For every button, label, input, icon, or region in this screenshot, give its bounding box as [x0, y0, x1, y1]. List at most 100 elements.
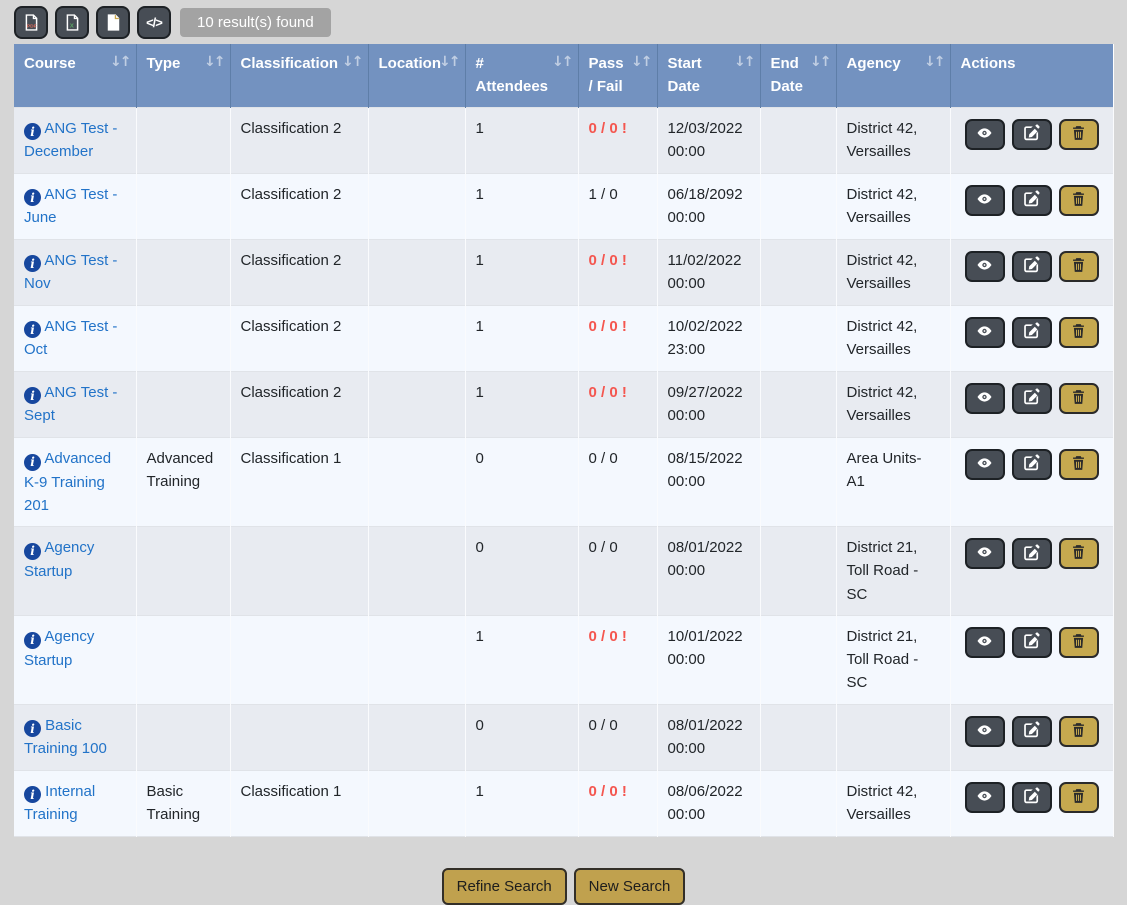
edit-button[interactable]: [1012, 317, 1052, 348]
delete-button[interactable]: [1059, 538, 1099, 569]
view-button[interactable]: [965, 317, 1005, 348]
export-toolbar: PDFx</> 10 result(s) found: [14, 6, 1113, 39]
column-header-course[interactable]: Course↓↑: [14, 44, 136, 107]
delete-button[interactable]: [1059, 119, 1099, 150]
sort-icon: ↓↑: [439, 52, 458, 74]
cell-type: [136, 239, 230, 305]
cell-actions: [950, 239, 1113, 305]
column-header-actions: Actions: [950, 44, 1113, 107]
edit-button[interactable]: [1012, 119, 1052, 150]
edit-button[interactable]: [1012, 449, 1052, 480]
delete-button[interactable]: [1059, 251, 1099, 282]
cell-pass-fail: 0 / 0: [578, 527, 657, 616]
code-icon: </>: [146, 15, 162, 30]
cell-end-date: [760, 704, 836, 770]
view-button[interactable]: [965, 627, 1005, 658]
trash-icon: [1071, 722, 1086, 741]
cell-start-date: 11/02/2022 00:00: [657, 239, 760, 305]
info-icon[interactable]: i: [24, 543, 41, 560]
column-header-agency[interactable]: Agency↓↑: [836, 44, 950, 107]
view-button[interactable]: [965, 119, 1005, 150]
delete-button[interactable]: [1059, 627, 1099, 658]
view-button[interactable]: [965, 716, 1005, 747]
cell-type: [136, 704, 230, 770]
info-icon[interactable]: i: [24, 387, 41, 404]
eye-icon: [975, 125, 994, 144]
cell-location: [368, 107, 465, 173]
delete-button[interactable]: [1059, 716, 1099, 747]
cell-actions: [950, 173, 1113, 239]
view-button[interactable]: [965, 185, 1005, 216]
cell-classification: Classification 2: [230, 371, 368, 437]
info-icon[interactable]: i: [24, 255, 41, 272]
info-icon[interactable]: i: [24, 632, 41, 649]
column-header-type[interactable]: Type↓↑: [136, 44, 230, 107]
pass-fail-value: 0 / 0 !: [589, 384, 627, 401]
cell-start-date: 08/01/2022 00:00: [657, 704, 760, 770]
pass-fail-value: 0 / 0: [589, 717, 618, 734]
cell-course: i ANG Test - Sept: [14, 371, 136, 437]
course-table-body: i ANG Test - DecemberClassification 210 …: [14, 107, 1113, 836]
trash-icon: [1071, 191, 1086, 210]
column-header-attendees[interactable]: # Attendees↓↑: [465, 44, 578, 107]
cell-course: i Agency Startup: [14, 527, 136, 616]
view-button[interactable]: [965, 383, 1005, 414]
cell-end-date: [760, 239, 836, 305]
view-button[interactable]: [965, 449, 1005, 480]
delete-button[interactable]: [1059, 383, 1099, 414]
new-search-button[interactable]: New Search: [574, 868, 686, 905]
edit-button[interactable]: [1012, 538, 1052, 569]
column-header-pass-fail[interactable]: Pass / Fail↓↑: [578, 44, 657, 107]
export-pdf-button[interactable]: PDF: [14, 6, 48, 39]
cell-attendees: 1: [465, 107, 578, 173]
delete-button[interactable]: [1059, 317, 1099, 348]
table-row: i ANG Test - OctClassification 210 / 0 !…: [14, 305, 1113, 371]
column-header-location[interactable]: Location↓↑: [368, 44, 465, 107]
edit-button[interactable]: [1012, 627, 1052, 658]
sort-icon: ↓↑: [734, 52, 753, 74]
edit-button[interactable]: [1012, 185, 1052, 216]
view-button[interactable]: [965, 782, 1005, 813]
cell-actions: [950, 107, 1113, 173]
cell-attendees: 0: [465, 704, 578, 770]
column-header-start-date[interactable]: Start Date↓↑: [657, 44, 760, 107]
edit-button[interactable]: [1012, 782, 1052, 813]
svg-text:PDF: PDF: [26, 23, 36, 29]
cell-pass-fail: 0 / 0 !: [578, 239, 657, 305]
delete-button[interactable]: [1059, 185, 1099, 216]
edit-icon: [1023, 190, 1040, 210]
delete-button[interactable]: [1059, 782, 1099, 813]
info-icon[interactable]: i: [24, 321, 41, 338]
cell-pass-fail: 0 / 0 !: [578, 615, 657, 704]
table-row: i Advanced K-9 Training 201Advanced Trai…: [14, 437, 1113, 526]
cell-end-date: [760, 437, 836, 526]
edit-button[interactable]: [1012, 251, 1052, 282]
export-excel-button[interactable]: x: [55, 6, 89, 39]
cell-pass-fail: 0 / 0 !: [578, 107, 657, 173]
export-code-button[interactable]: </>: [137, 6, 171, 39]
cell-location: [368, 173, 465, 239]
view-button[interactable]: [965, 251, 1005, 282]
cell-attendees: 1: [465, 239, 578, 305]
cell-location: [368, 437, 465, 526]
info-icon[interactable]: i: [24, 786, 41, 803]
column-header-classification[interactable]: Classification↓↑: [230, 44, 368, 107]
cell-attendees: 1: [465, 305, 578, 371]
info-icon[interactable]: i: [24, 720, 41, 737]
column-header-end-date[interactable]: End Date↓↑: [760, 44, 836, 107]
view-button[interactable]: [965, 538, 1005, 569]
eye-icon: [975, 455, 994, 474]
cell-pass-fail: 1 / 0: [578, 173, 657, 239]
info-icon[interactable]: i: [24, 123, 41, 140]
info-icon[interactable]: i: [24, 189, 41, 206]
delete-button[interactable]: [1059, 449, 1099, 480]
sort-icon: ↓↑: [631, 52, 650, 74]
export-file-button[interactable]: [96, 6, 130, 39]
info-icon[interactable]: i: [24, 454, 41, 471]
refine-search-button[interactable]: Refine Search: [442, 868, 567, 905]
edit-button[interactable]: [1012, 716, 1052, 747]
cell-location: [368, 305, 465, 371]
table-row: i ANG Test - DecemberClassification 210 …: [14, 107, 1113, 173]
cell-start-date: 08/15/2022 00:00: [657, 437, 760, 526]
edit-button[interactable]: [1012, 383, 1052, 414]
